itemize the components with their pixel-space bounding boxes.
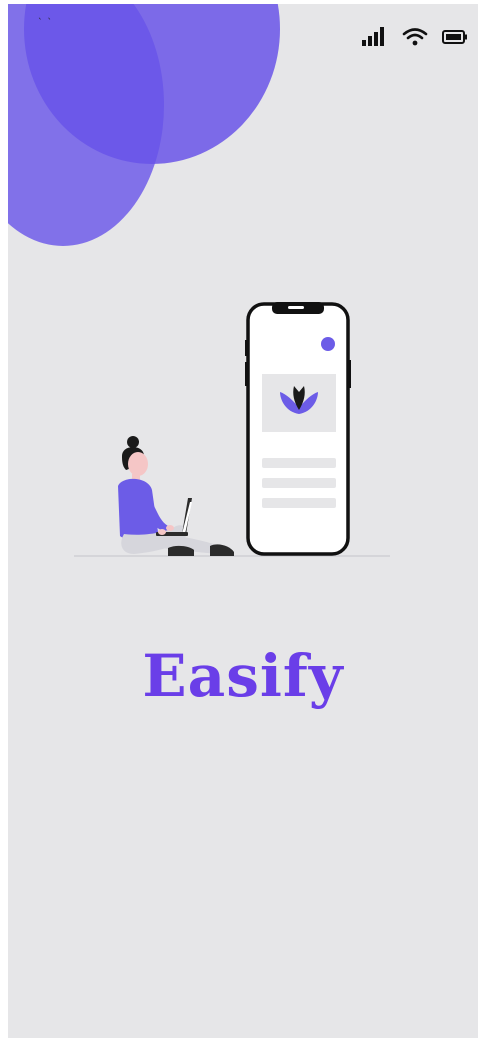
decorative-circle-left bbox=[8, 4, 164, 246]
person-illustration bbox=[118, 436, 234, 556]
status-bar bbox=[362, 26, 468, 48]
battery-icon bbox=[442, 30, 467, 44]
splash-screen: ` ` Easify bbox=[8, 4, 478, 1038]
person-with-laptop-and-phone-illustration bbox=[74, 302, 390, 557]
app-title: Easify bbox=[142, 642, 344, 710]
corner-marks: ` ` bbox=[38, 18, 53, 28]
phone-illustration bbox=[245, 302, 351, 556]
wifi-icon bbox=[402, 28, 428, 46]
cellular-signal-icon bbox=[362, 27, 384, 46]
